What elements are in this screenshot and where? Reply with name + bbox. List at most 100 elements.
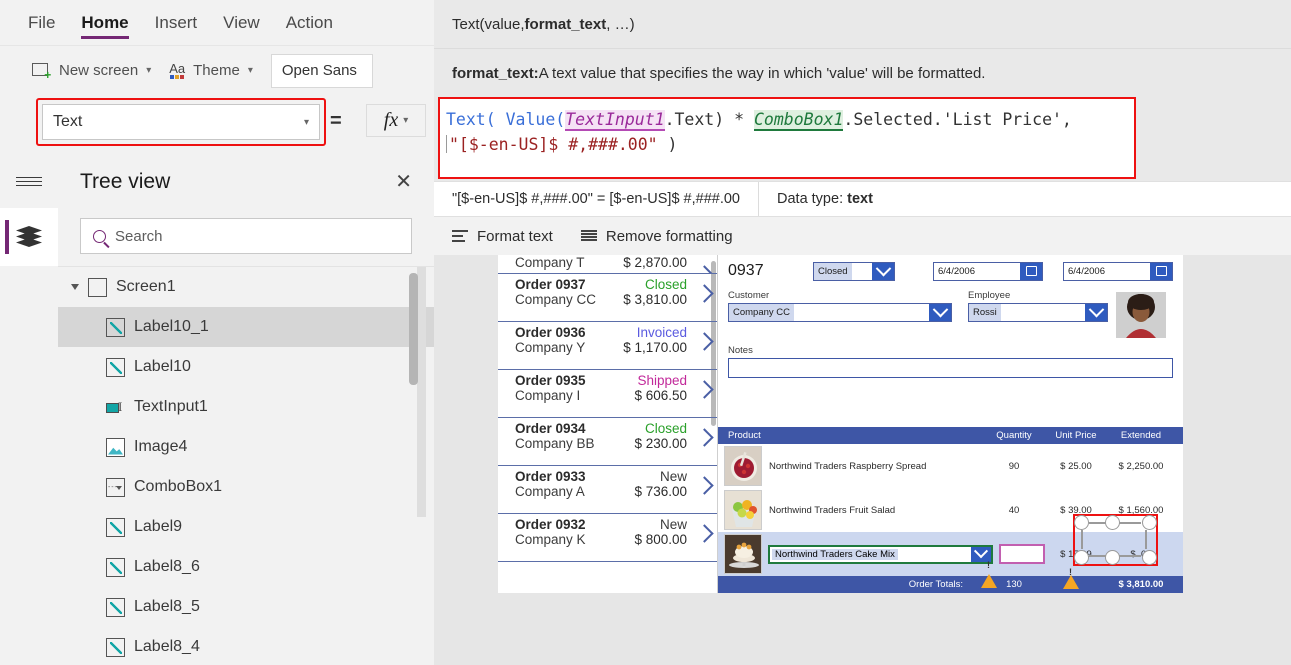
formula-panel: Text(value, format_text, …) format_text:… [434,0,1291,255]
notes-input[interactable] [728,358,1173,378]
tree-item-list[interactable]: Screen1 Label10_1 Label10 TextInput1 Ima… [58,266,434,665]
tree-view-panel: Tree view ✕ Search Screen1 Label10_1 Lab… [58,155,434,665]
order-status: Closed [644,421,687,436]
order-date-picker[interactable]: 6/4/2006 [933,261,1043,281]
chevron-down-icon: ▾ [303,116,309,128]
product-extended: $ 2,250.00 [1118,460,1164,472]
textinput-icon [106,398,125,417]
formula-fn-value: Value( [495,110,566,129]
order-list-item[interactable]: Order 0934 Closed Company BB $ 230.00 [498,418,717,466]
remove-formatting-label: Remove formatting [605,227,733,245]
resize-handle-bottom-right[interactable] [1142,550,1157,565]
order-list-item[interactable]: Order 0935 Shipped Company I $ 606.50 [498,370,717,418]
layers-icon [16,226,42,248]
rail-item-tree-view[interactable] [0,208,58,266]
product-quantity: 40 [1008,504,1020,516]
order-number: Order 0937 [515,277,586,292]
order-detail-fields: 0937 Closed 6/4/2006 6/4/2006 Customer C… [718,255,1183,378]
employee-avatar [1116,292,1166,338]
selected-control-outline[interactable] [1073,514,1158,566]
formula-prop-listprice: .Selected.'List Price', [843,110,1072,129]
customer-dropdown[interactable]: Company CC [728,303,952,322]
tree-node-label: ComboBox1 [134,478,223,495]
order-list-item[interactable]: Order 0937 Closed Company CC $ 3,810.00 [498,274,717,322]
tree-node-image4[interactable]: Image4 [58,427,434,467]
menu-item-home[interactable]: Home [81,0,129,45]
chevron-down-icon[interactable] [872,262,894,280]
status-dropdown[interactable]: Closed [813,261,895,281]
tree-node-label8-5[interactable]: Label8_5 [58,587,434,627]
font-name-field[interactable]: Open Sans [270,53,373,88]
formula-fn-text: Text( [446,110,496,129]
resize-handle-bottom-left[interactable] [1074,550,1089,565]
calendar-icon[interactable] [1020,262,1042,280]
chevron-right-icon [697,333,709,353]
employee-dropdown[interactable]: Rossi [968,303,1108,322]
tree-view-header: Tree view ✕ [58,155,434,208]
col-product: Product [728,430,761,441]
order-list-item[interactable]: Order 0933 New Company A $ 736.00 [498,466,717,514]
tree-view-title: Tree view [80,169,171,193]
hamburger-menu-button[interactable] [0,155,58,208]
chevron-right-icon [697,266,709,273]
combobox-icon [106,477,125,497]
product-combobox[interactable]: Northwind Traders Cake Mix [768,544,997,588]
theme-button[interactable]: Aa Theme ▾ [169,62,253,80]
order-list-item[interactable]: Order 0932 New Company K $ 800.00 [498,514,717,562]
resize-handle-top-left[interactable] [1074,515,1089,530]
search-input[interactable]: Search [80,218,412,254]
order-number: Order 0934 [515,421,586,436]
powerapps-studio-window: File Home Insert View Action + New scree… [0,0,1291,665]
order-amount: $ 230.00 [634,436,687,451]
resize-handle-top-right[interactable] [1142,515,1157,530]
expand-triangle-icon[interactable] [71,284,79,290]
fx-button[interactable]: fx ▾ [366,104,426,137]
order-date-value: 6/4/2006 [938,265,975,277]
menu-item-file[interactable]: File [28,0,55,45]
tree-node-combobox1[interactable]: ComboBox1 [58,467,434,507]
tree-node-label: Label8_6 [134,558,200,575]
menu-item-view[interactable]: View [223,0,260,45]
tree-scrollbar-thumb[interactable] [409,273,418,385]
close-icon[interactable]: ✕ [395,172,412,192]
app-canvas[interactable]: Company T $ 2,870.00 Order 0937 Closed Com… [434,255,1291,665]
resize-handle-top-center[interactable] [1105,515,1120,530]
tree-scrollbar-track[interactable] [409,267,426,517]
menu-item-action[interactable]: Action [286,0,333,45]
ship-date-picker[interactable]: 6/4/2006 [1063,261,1173,281]
order-amount: $ 800.00 [634,532,687,547]
formula-ref-combobox1: ComboBox1 [753,110,844,131]
format-text-button[interactable]: Format text [452,228,553,245]
tree-node-label9[interactable]: Label9 [58,507,434,547]
tree-node-label: Label10 [134,358,191,375]
selection-handles[interactable] [1074,515,1157,565]
calendar-icon[interactable] [1150,262,1172,280]
chevron-right-icon [697,285,709,305]
tree-node-textinput1[interactable]: TextInput1 [58,387,434,427]
app-screen[interactable]: Company T $ 2,870.00 Order 0937 Closed Com… [498,255,1183,593]
order-list-item[interactable]: Order 0936 Invoiced Company Y $ 1,170.00 [498,322,717,370]
order-header-row: 0937 Closed 6/4/2006 6/4/2006 [728,259,1173,283]
formula-editor[interactable]: Text( Value(TextInput1.Text) * ComboBox1… [440,99,1134,157]
tree-node-label10[interactable]: Label10 [58,347,434,387]
chevron-down-icon[interactable] [929,304,951,321]
tree-node-label10-1[interactable]: Label10_1 [58,307,434,347]
menu-item-insert[interactable]: Insert [155,0,198,45]
new-screen-button[interactable]: + New screen ▾ [32,62,151,81]
resize-handle-bottom-center[interactable] [1105,550,1120,565]
signature-param: format_text [524,15,607,33]
tree-node-label8-4[interactable]: Label8_4 [58,627,434,665]
tree-node-label8-6[interactable]: Label8_6 [58,547,434,587]
quantity-input[interactable] [999,544,1045,564]
order-detail-form[interactable]: 0937 Closed 6/4/2006 6/4/2006 Customer C… [718,255,1183,593]
remove-formatting-button[interactable]: Remove formatting [580,227,733,245]
customer-field: Customer Company CC [728,290,952,338]
property-selector[interactable]: Text ▾ [42,104,320,140]
chevron-down-icon[interactable] [1085,304,1107,321]
ribbon-area: File Home Insert View Action + New scree… [0,0,434,95]
product-name: Northwind Traders Fruit Salad [769,504,896,516]
table-row[interactable]: Northwind Traders Raspberry Spread 90 $ … [718,444,1183,488]
tree-node-screen1[interactable]: Screen1 [58,267,434,307]
orders-gallery[interactable]: Company T $ 2,870.00 Order 0937 Closed Com… [498,255,718,593]
order-list-item[interactable]: Company T $ 2,870.00 [498,255,717,274]
